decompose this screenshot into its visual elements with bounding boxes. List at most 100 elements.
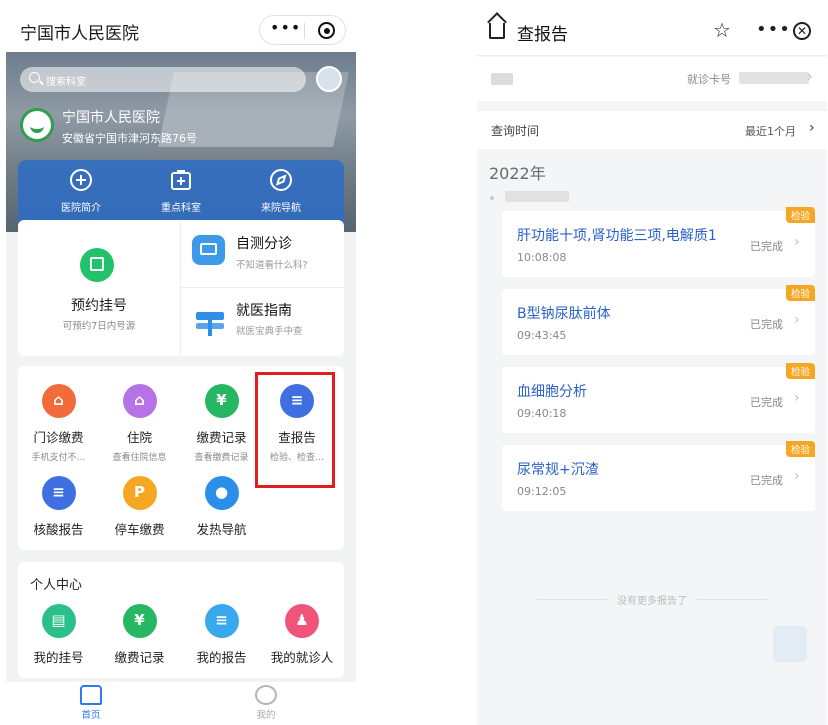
personal-center-card: 个人中心 ▤ 我的挂号 ¥ 缴费记录 ≡ 我的报告 ♟ 我的就诊人 xyxy=(18,562,344,678)
main-entry-card: 预约挂号 可预约7日内号源 自测分诊 不知道看什么科? 就医指南 就医宝典手中查 xyxy=(18,220,344,356)
personal-label: 我的挂号 xyxy=(33,650,84,665)
personal-label: 缴费记录 xyxy=(114,650,165,665)
search-icon xyxy=(29,72,40,83)
report-item[interactable]: 检验 尿常规+沉渣 09:12:05 已完成 › xyxy=(502,441,815,511)
payment-record-icon: ¥ xyxy=(122,604,157,638)
hero-item-intro[interactable]: 医院简介 xyxy=(31,168,131,214)
service-outpatient-payment[interactable]: ⌂ 门诊缴费 手机支付不… xyxy=(18,384,99,463)
top-bar: 查报告 ☆ ••• ✕ xyxy=(477,8,827,56)
report-status: 已完成 xyxy=(750,396,783,409)
divider xyxy=(697,599,767,600)
report-list-screen: 查报告 ☆ ••• ✕ 就诊卡号 › 查询时间 最近1个月 › 2022年 检验… xyxy=(477,8,827,725)
fever-car-icon: ● xyxy=(204,476,239,510)
service-parking[interactable]: P 停车缴费 xyxy=(99,476,180,538)
service-label: 停车缴费 xyxy=(114,522,165,537)
patients-icon: ♟ xyxy=(285,604,319,638)
report-status: 已完成 xyxy=(750,240,783,253)
service-label: 核酸报告 xyxy=(33,522,84,537)
report-status: 已完成 xyxy=(750,474,783,487)
personal-my-appointments[interactable]: ▤ 我的挂号 xyxy=(18,604,99,666)
personal-my-patients[interactable]: ♟ 我的就诊人 xyxy=(260,604,344,666)
appointment-entry[interactable]: 预约挂号 可预约7日内号源 xyxy=(18,220,180,356)
personal-label: 我的就诊人 xyxy=(270,650,334,665)
report-item[interactable]: 检验 肝功能十项,肾功能三项,电解质1 10:08:08 已完成 › xyxy=(502,207,815,277)
chevron-right-icon: › xyxy=(794,468,800,484)
hero-item-navigation[interactable]: 来院导航 xyxy=(231,168,331,214)
service-nucleic-report[interactable]: ≡ 核酸报告 xyxy=(18,476,99,538)
home-icon[interactable] xyxy=(489,23,505,39)
medical-box-icon xyxy=(171,170,191,190)
personal-my-reports[interactable]: ≡ 我的报告 xyxy=(181,604,262,666)
no-more-text: 没有更多报告了 xyxy=(617,596,687,607)
hospital-stay-icon: ⌂ xyxy=(122,384,157,418)
hero-item-departments[interactable]: 重点科室 xyxy=(131,168,231,214)
timeline-dot xyxy=(490,196,494,200)
hospital-home-screen: 宁国市人民医院 ••• 搜索科室 宁国市人民医院 安徽省宁国市津河东路76号 医… xyxy=(6,8,356,725)
smile-icon xyxy=(255,685,277,705)
my-report-icon: ≡ xyxy=(204,604,239,638)
service-payment-record[interactable]: ¥ 缴费记录 查看缴费记录 xyxy=(181,384,262,463)
personal-label: 我的报告 xyxy=(196,650,247,665)
hospital-logo xyxy=(20,108,54,142)
personal-center-title: 个人中心 xyxy=(30,578,83,593)
report-time: 09:12:05 xyxy=(517,485,567,498)
query-time-label: 查询时间 xyxy=(491,124,540,138)
tab-mine[interactable]: 我的 xyxy=(236,685,296,721)
lab-test-badge: 检验 xyxy=(785,363,815,379)
service-fever-navigation[interactable]: ● 发热导航 xyxy=(181,476,262,538)
screenshot-stage: 宁国市人民医院 ••• 搜索科室 宁国市人民医院 安徽省宁国市津河东路76号 医… xyxy=(0,0,828,725)
lab-test-badge: 检验 xyxy=(785,285,815,301)
service-subtitle: 手机支付不… xyxy=(31,453,86,463)
report-name: 肝功能十项,肾功能三项,电解质1 xyxy=(517,228,717,244)
hero-item-label: 医院简介 xyxy=(61,203,101,214)
tab-label: 我的 xyxy=(256,710,276,721)
chevron-right-icon: › xyxy=(794,312,800,328)
chevron-right-icon: › xyxy=(794,234,800,250)
report-time: 09:43:45 xyxy=(517,329,567,342)
search-bar[interactable]: 搜索科室 xyxy=(20,67,306,92)
lab-test-badge: 检验 xyxy=(785,207,815,223)
clinic-icon: ⌂ xyxy=(41,384,76,418)
more-icon[interactable]: ••• xyxy=(756,19,791,40)
patient-selector[interactable]: 就诊卡号 › xyxy=(477,57,827,101)
payment-record-icon: ¥ xyxy=(204,384,239,418)
report-item[interactable]: 检验 B型钠尿肽前体 09:43:45 已完成 › xyxy=(502,285,815,355)
star-icon[interactable]: ☆ xyxy=(713,18,731,42)
avatar[interactable] xyxy=(316,66,342,92)
query-time-selector[interactable]: 查询时间 最近1个月 › xyxy=(477,111,827,149)
hospital-address: 安徽省宁国市津河东路76号 xyxy=(62,132,197,145)
nucleic-report-icon: ≡ xyxy=(41,476,76,510)
tab-home[interactable]: 首页 xyxy=(61,685,121,721)
service-label: 门诊缴费 xyxy=(33,430,84,445)
guide-subtitle: 就医宝典手中查 xyxy=(236,326,303,337)
capsule-divider xyxy=(304,23,305,39)
home-icon xyxy=(80,685,102,705)
mini-program-capsule: ••• xyxy=(259,15,346,45)
hero-banner: 搜索科室 宁国市人民医院 安徽省宁国市津河东路76号 医院简介 重点科室 来院导… xyxy=(6,52,356,232)
patient-name-blurred xyxy=(491,73,513,85)
page-title: 查报告 xyxy=(517,25,568,45)
more-icon[interactable]: ••• xyxy=(270,18,300,37)
floating-button-blurred[interactable] xyxy=(773,626,807,662)
report-item[interactable]: 检验 血细胞分析 09:40:18 已完成 › xyxy=(502,363,815,433)
service-subtitle: 查看缴费记录 xyxy=(194,453,249,463)
plus-circle-icon xyxy=(70,169,92,191)
calendar-icon xyxy=(80,248,114,282)
close-icon[interactable]: ✕ xyxy=(793,22,811,40)
close-target-icon[interactable] xyxy=(318,22,335,39)
service-inpatient[interactable]: ⌂ 住院 查看住院信息 xyxy=(99,384,180,463)
chevron-right-icon: › xyxy=(794,390,800,406)
parking-icon: P xyxy=(122,476,157,510)
query-time-value: 最近1个月 xyxy=(745,125,796,138)
my-appointment-icon: ▤ xyxy=(41,604,76,638)
no-more-reports: 没有更多报告了 xyxy=(537,592,767,607)
chevron-right-icon: › xyxy=(809,120,815,136)
self-triage-icon xyxy=(192,235,225,265)
report-name: 尿常规+沉渣 xyxy=(517,462,599,478)
bottom-tab-bar: 首页 我的 xyxy=(6,682,356,725)
self-triage-subtitle: 不知道看什么科? xyxy=(236,260,308,271)
report-time: 09:40:18 xyxy=(517,407,567,420)
signpost-icon xyxy=(196,306,224,336)
personal-payment-record[interactable]: ¥ 缴费记录 xyxy=(99,604,180,666)
date-blurred xyxy=(505,191,569,202)
